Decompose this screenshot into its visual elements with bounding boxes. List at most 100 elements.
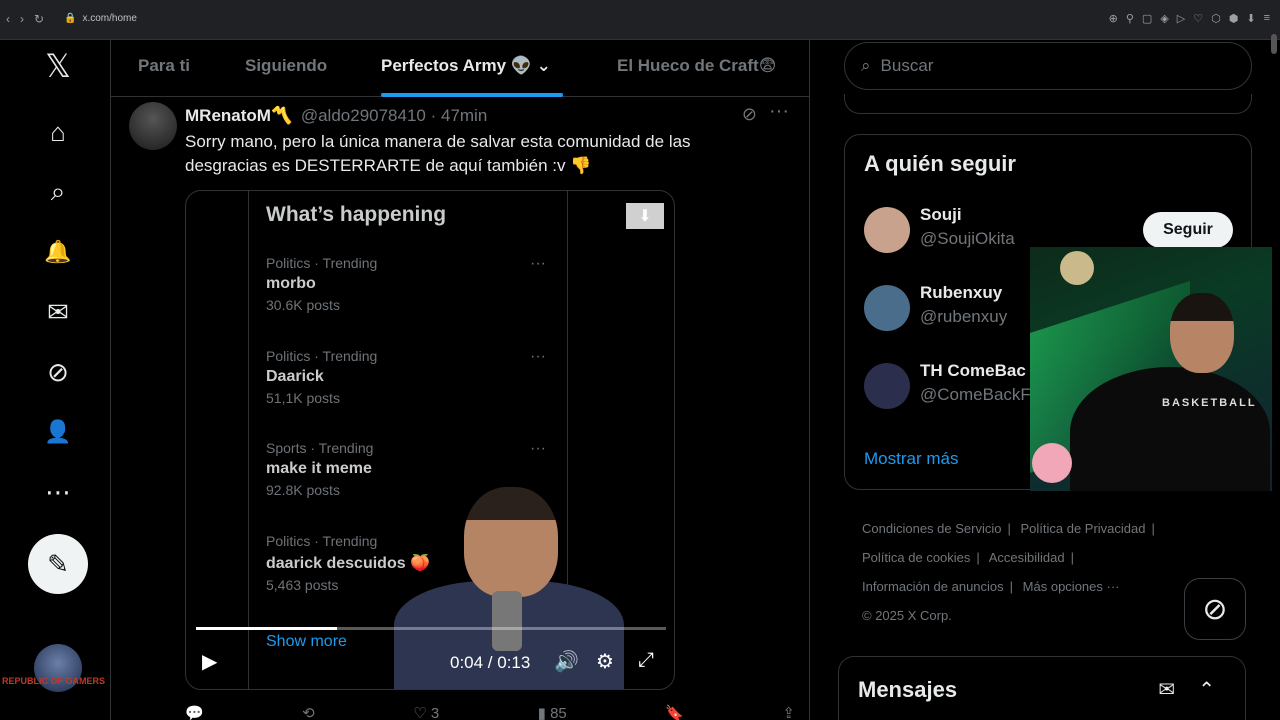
avatar[interactable] — [864, 363, 910, 409]
new-message-icon[interactable]: ✉ — [1158, 677, 1175, 702]
download-icon[interactable]: ⬇ — [1246, 12, 1255, 25]
shield-icon[interactable]: ◈ — [1160, 12, 1168, 25]
settings-icon[interactable]: ⚙ — [596, 649, 614, 674]
rog-overlay-logo: REPUBLIC OF GAMERS — [2, 676, 106, 686]
panel-title: What’s happening — [266, 203, 447, 226]
suggestion-name[interactable]: Rubenxuy — [920, 283, 1002, 303]
timeline-tabs: Para ti Siguiendo Perfectos Army 👽 ⌄ El … — [111, 40, 809, 97]
scrollbar[interactable] — [1271, 34, 1277, 54]
tweet-actions: 💬 ⟲ ♡ 3 ▮ 85 🔖 ⇪ — [185, 704, 795, 720]
profile-icon[interactable]: 👤 — [40, 414, 76, 450]
views-glyph: ▮ — [537, 705, 546, 720]
screenshot-icon[interactable]: ▢ — [1142, 12, 1152, 25]
extension-icon[interactable]: ⬡ — [1211, 12, 1221, 25]
avatar[interactable] — [864, 207, 910, 253]
bell-icon[interactable]: 🔔 — [40, 234, 76, 270]
address-bar[interactable]: 🔒 x.com/home — [64, 13, 137, 24]
reply-icon[interactable]: 💬 — [185, 704, 204, 720]
extension-icon-2[interactable]: ⬢ — [1229, 12, 1239, 25]
heart-icon[interactable]: ♡ — [1193, 12, 1203, 25]
footer-sep: | — [976, 550, 980, 565]
repost-icon[interactable]: ⟲ — [302, 704, 315, 720]
reply-glyph: 💬 — [185, 705, 204, 720]
tweet-avatar[interactable] — [129, 102, 177, 150]
left-nav: 𝕏 ⌂ ⌕ 🔔 ✉ ⊘ 👤 ⋯ ✎ REPUBLIC OF GAMERS — [0, 40, 110, 720]
grok-fab-button[interactable]: ⊘ — [1184, 578, 1246, 640]
views-count: 85 — [550, 705, 567, 720]
grok-icon[interactable]: ⊘ — [40, 354, 76, 390]
trend-category: Politics · Trending — [266, 255, 378, 271]
suggestion-handle: @SoujiOkita — [920, 229, 1015, 248]
video-time: 0:04 / 0:13 — [450, 653, 531, 672]
tweet-author-handle[interactable]: @aldo29078410 · 47min — [301, 106, 487, 125]
zoom-icon[interactable]: ⊕ — [1109, 12, 1118, 25]
footer-link[interactable]: Más opciones ··· — [1023, 579, 1120, 594]
menu-icon[interactable]: ≡ — [1264, 12, 1270, 25]
footer-link[interactable]: Política de Privacidad — [1020, 521, 1145, 536]
more-icon[interactable]: ⋯ — [40, 474, 76, 510]
tab-perfectos-army[interactable]: Perfectos Army 👽 ⌄ — [381, 56, 551, 76]
video-progress-bar[interactable] — [196, 627, 666, 630]
main-timeline: Para ti Siguiendo Perfectos Army 👽 ⌄ El … — [110, 40, 810, 720]
expand-icon[interactable]: ⌃ — [1198, 677, 1215, 702]
footer-sep: | — [1151, 521, 1155, 536]
messages-drawer[interactable]: Mensajes ✉ ⌃ — [838, 656, 1246, 720]
like-glyph: ♡ — [413, 705, 427, 720]
hoodie — [1070, 367, 1270, 491]
footer-sep: | — [1009, 579, 1014, 594]
compose-post-button[interactable]: ✎ — [28, 534, 88, 594]
browser-nav: ‹ › ↻ — [6, 12, 44, 26]
footer-sep: | — [1070, 550, 1074, 565]
pin-icon[interactable]: ⚲ — [1126, 12, 1134, 25]
search-placeholder: Buscar — [880, 56, 934, 75]
tweet-author-name[interactable]: MRenatoM〽️ — [185, 106, 292, 125]
bookmark-icon[interactable]: 🔖 — [665, 704, 684, 720]
tab-el-hueco-de-craft[interactable]: El Hueco de Craft😨 — [617, 56, 776, 76]
browser-toolbar: ‹ › ↻ 🔒 x.com/home ⊕ ⚲ ▢ ◈ ▷ ♡ ⬡ ⬢ ⬇ ≡ — [0, 0, 1280, 40]
home-icon[interactable]: ⌂ — [40, 114, 76, 150]
who-to-follow-title: A quién seguir — [864, 151, 1016, 176]
bookmark-glyph: 🔖 — [665, 705, 684, 720]
mascot-sticker — [1032, 443, 1072, 483]
tab-siguiendo[interactable]: Siguiendo — [245, 56, 327, 76]
footer-sep: | — [1007, 521, 1011, 536]
views-icon[interactable]: ▮ 85 — [538, 704, 567, 720]
search-icon[interactable]: ⌕ — [40, 174, 76, 210]
footer-link[interactable]: Información de anuncios — [862, 579, 1004, 594]
suggestion-name[interactable]: TH ComeBac — [920, 361, 1026, 381]
trend-more-icon: ··· — [530, 255, 546, 272]
search-input[interactable]: ⌕ Buscar — [844, 42, 1252, 90]
trend-title: Daarick — [266, 368, 324, 385]
show-more-link[interactable]: Mostrar más — [864, 449, 958, 469]
back-icon[interactable]: ‹ — [6, 12, 10, 26]
reload-icon[interactable]: ↻ — [34, 12, 44, 26]
fullscreen-icon[interactable]: ⤢ — [638, 649, 654, 672]
previous-card-edge — [844, 94, 1252, 114]
webcam-overlay: BASKETBALL — [1030, 247, 1272, 491]
forward-icon[interactable]: › — [20, 12, 24, 26]
more-options-icon[interactable]: ··· — [769, 100, 789, 123]
volume-icon[interactable]: 🔊 — [554, 649, 579, 674]
play-icon[interactable]: ▶ — [202, 649, 217, 674]
share-icon[interactable]: ⇪ — [782, 704, 795, 720]
tab-para-ti[interactable]: Para ti — [138, 56, 190, 76]
like-icon[interactable]: ♡ 3 — [413, 704, 439, 720]
suggestion-name[interactable]: Souji — [920, 205, 962, 225]
x-logo-icon[interactable]: 𝕏 — [40, 48, 76, 84]
tweet[interactable]: MRenatoM〽️ @aldo29078410 · 47min ⊘ ··· S… — [111, 98, 809, 720]
trend-more-icon: ··· — [530, 348, 546, 365]
hoodie-logo: BASKETBALL — [1162, 397, 1257, 409]
footer-link[interactable]: Condiciones de Servicio — [862, 521, 1001, 536]
url-text: x.com/home — [82, 13, 137, 24]
grok-icon[interactable]: ⊘ — [742, 104, 757, 125]
tweet-video[interactable]: What’s happening Politics · Trending mor… — [185, 190, 675, 690]
footer-link[interactable]: Accesibilidad — [989, 550, 1065, 565]
active-tab-indicator — [381, 93, 563, 97]
lamp — [1060, 251, 1094, 285]
trend-title: morbo — [266, 275, 316, 292]
avatar[interactable] — [864, 285, 910, 331]
follow-button[interactable]: Seguir — [1143, 212, 1233, 248]
mail-icon[interactable]: ✉ — [40, 294, 76, 330]
footer-link[interactable]: Política de cookies — [862, 550, 970, 565]
send-icon[interactable]: ▷ — [1177, 12, 1185, 25]
